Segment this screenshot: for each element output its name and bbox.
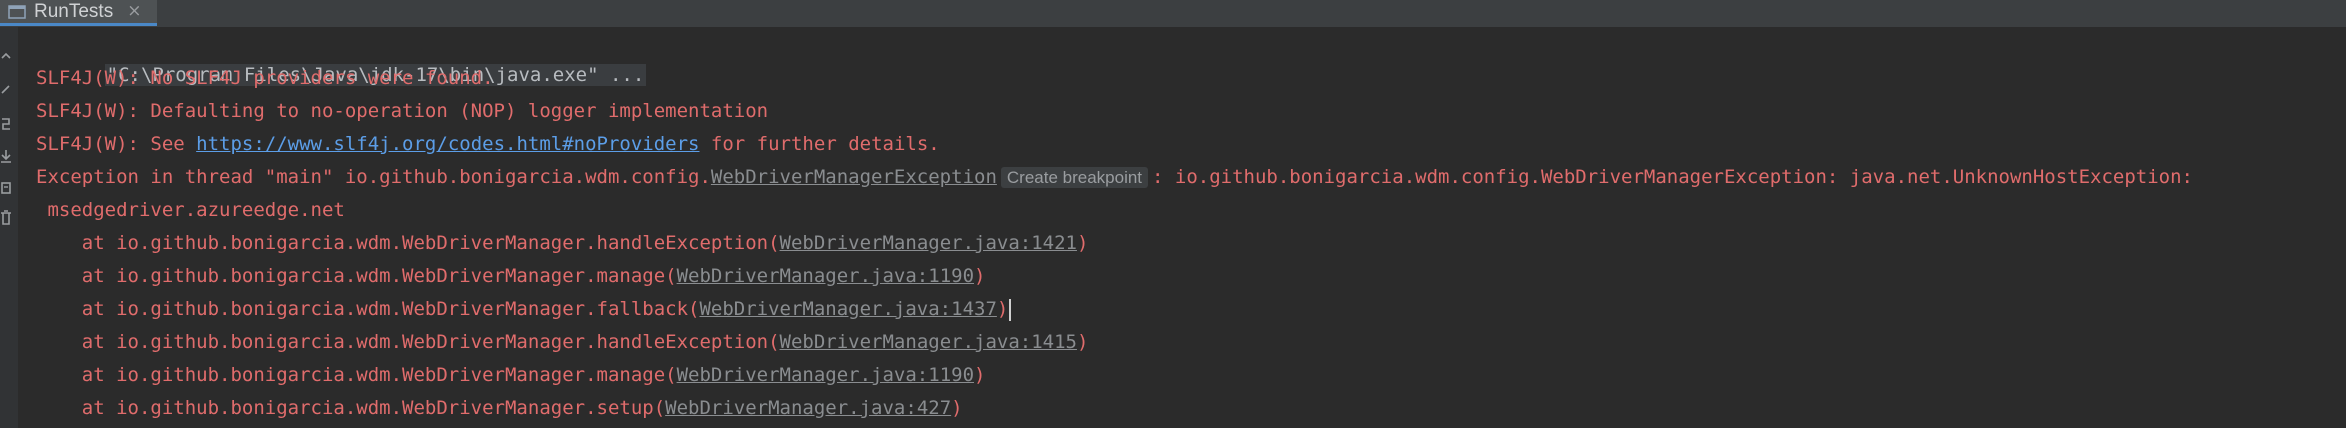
rerun-icon[interactable] — [0, 113, 12, 135]
frame-link[interactable]: WebDriverManager.java:427 — [665, 397, 951, 419]
stack-frame: at io.github.bonigarcia.wdm.WebDriverMan… — [36, 360, 986, 390]
frame-link[interactable]: WebDriverManager.java:1437 — [699, 298, 996, 320]
slf4j-link[interactable]: https://www.slf4j.org/codes.html#noProvi… — [196, 133, 699, 155]
frame-text: at io.github.bonigarcia.wdm.WebDriverMan… — [36, 298, 700, 320]
close-icon[interactable]: × — [127, 3, 141, 20]
download-icon[interactable] — [0, 145, 12, 167]
wrap-icon[interactable] — [0, 79, 12, 101]
frame-text: ) — [1076, 232, 1089, 254]
frame-link[interactable]: WebDriverManager.java:1421 — [780, 232, 1077, 254]
create-breakpoint-button[interactable]: Create breakpoint — [1000, 167, 1149, 188]
print-icon[interactable] — [0, 177, 12, 199]
arrow-up-icon[interactable] — [0, 45, 12, 67]
run-tool-window: RunTests × "C:\Program Files\Java\jdk-17… — [0, 0, 2346, 428]
frame-text: ) — [974, 265, 986, 287]
stack-frame: at io.github.bonigarcia.wdm.WebDriverMan… — [36, 327, 1089, 357]
frame-link[interactable]: WebDriverManager.java:1190 — [677, 364, 974, 386]
frame-text: ) — [951, 397, 963, 419]
exception-suffix: : io.github.bonigarcia.wdm.config.WebDri… — [1152, 166, 2193, 188]
text-caret — [1009, 298, 1012, 321]
tab-label: RunTests — [34, 0, 114, 22]
exception-prefix: Exception in thread "main" io.github.bon… — [36, 166, 711, 188]
console-output[interactable]: "C:\Program Files\Java\jdk-17\bin\java.e… — [18, 27, 2346, 428]
log-text: SLF4J(W): See — [36, 133, 197, 155]
log-line: SLF4J(W): See https://www.slf4j.org/code… — [36, 129, 940, 159]
command-line: "C:\Program Files\Java\jdk-17\bin\java.e… — [36, 30, 647, 86]
frame-text: ) — [996, 298, 1009, 320]
exception-line: Exception in thread "main" io.github.bon… — [36, 162, 2193, 192]
frame-text: ) — [1076, 331, 1089, 353]
frame-text: ) — [974, 364, 986, 386]
trash-icon[interactable] — [0, 207, 12, 229]
exception-class-link[interactable]: WebDriverManagerException — [711, 166, 997, 188]
frame-link[interactable]: WebDriverManager.java:1415 — [780, 331, 1077, 353]
frame-text: at io.github.bonigarcia.wdm.WebDriverMan… — [36, 331, 780, 353]
frame-text: at io.github.bonigarcia.wdm.WebDriverMan… — [36, 232, 780, 254]
frame-text: at io.github.bonigarcia.wdm.WebDriverMan… — [36, 397, 666, 419]
stack-frame: at io.github.bonigarcia.wdm.WebDriverMan… — [36, 228, 1089, 258]
exception-continuation: msedgedriver.azureedge.net — [36, 199, 345, 221]
console-toolbar — [0, 27, 19, 428]
frame-link[interactable]: WebDriverManager.java:1190 — [677, 265, 974, 287]
tab-runtests[interactable]: RunTests × — [0, 0, 157, 26]
log-line: SLF4J(W): Defaulting to no-operation (NO… — [36, 100, 769, 122]
frame-text: at io.github.bonigarcia.wdm.WebDriverMan… — [36, 364, 677, 386]
tab-bar: RunTests × — [0, 0, 2346, 28]
stack-frame: at io.github.bonigarcia.wdm.WebDriverMan… — [36, 261, 986, 291]
stack-frame: at io.github.bonigarcia.wdm.WebDriverMan… — [36, 393, 963, 423]
frame-text: at io.github.bonigarcia.wdm.WebDriverMan… — [36, 265, 677, 287]
log-text: for further details. — [699, 133, 940, 155]
console-icon — [8, 4, 26, 19]
log-line: SLF4J(W): No SLF4J providers were found. — [36, 67, 494, 89]
stack-frame: at io.github.bonigarcia.wdm.WebDriverMan… — [36, 294, 1012, 324]
